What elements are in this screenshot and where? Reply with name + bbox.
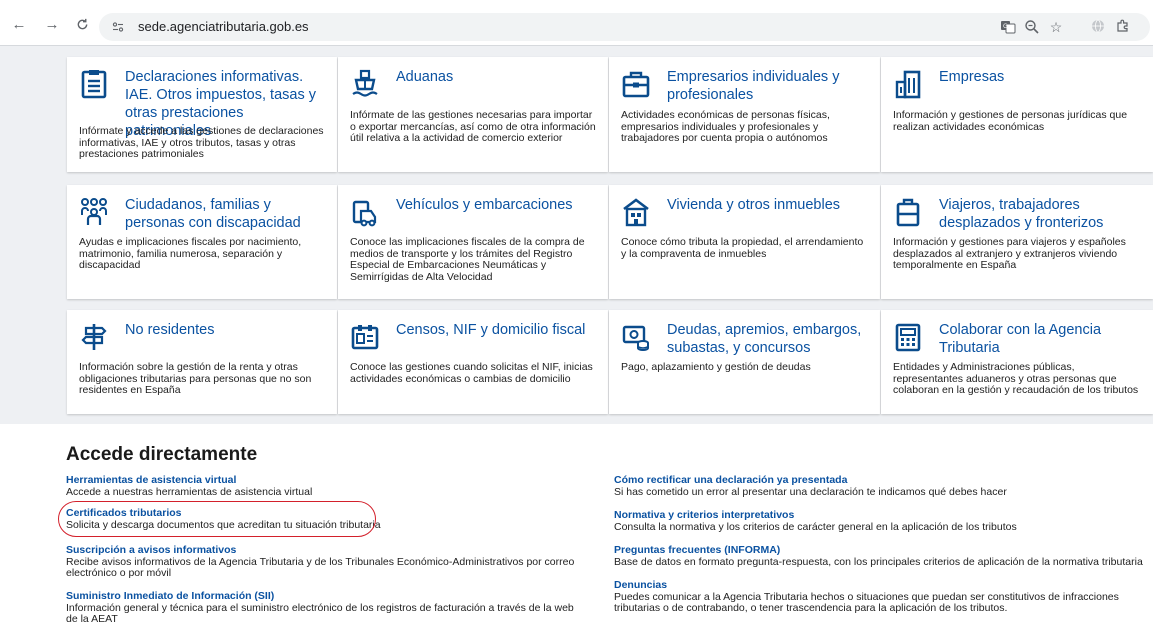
list-item[interactable]: Herramientas de asistencia virtual Acced… bbox=[66, 474, 586, 498]
card-censos[interactable]: Censos, NIF y domicilio fiscal Conoce la… bbox=[338, 310, 608, 414]
card-description: Ayudas e implicaciones fiscales por naci… bbox=[79, 236, 302, 271]
id-card-icon bbox=[351, 322, 379, 352]
browser-toolbar: ← → sede.agenciatributaria.gob.es G ☆ bbox=[0, 0, 1153, 46]
card-description: Actividades económicas de personas físic… bbox=[621, 109, 830, 144]
card-title[interactable]: No residentes bbox=[125, 321, 325, 339]
section-heading: Accede directamente bbox=[66, 444, 258, 465]
link-description: Consulta la normativa y los criterios de… bbox=[614, 520, 1017, 533]
card-no-residentes[interactable]: No residentes Información sobre la gesti… bbox=[67, 310, 337, 414]
zoom-icon[interactable] bbox=[1024, 19, 1040, 35]
card-description: Infórmate de las gestiones necesarias pa… bbox=[350, 109, 596, 144]
globe-extension-icon[interactable] bbox=[1091, 19, 1107, 35]
link-description: Si has cometido un error al presentar un… bbox=[614, 485, 1007, 498]
card-title[interactable]: Empresas bbox=[939, 68, 1141, 86]
svg-text:G: G bbox=[1003, 23, 1008, 30]
card-description: Información y gestiones para viajeros y … bbox=[893, 236, 1126, 271]
link-title[interactable]: Normativa y criterios interpretativos bbox=[614, 509, 1149, 522]
card-title[interactable]: Aduanas bbox=[396, 68, 596, 86]
link-description: Accede a nuestras herramientas de asiste… bbox=[66, 485, 313, 498]
card-vehiculos[interactable]: Vehículos y embarcaciones Conoce las imp… bbox=[338, 185, 608, 299]
vehicle-icon bbox=[351, 197, 379, 227]
building-icon bbox=[894, 69, 922, 99]
list-item[interactable]: Preguntas frecuentes (INFORMA) Base de d… bbox=[614, 544, 1149, 568]
list-item[interactable]: Suscripción a avisos informativos Recibe… bbox=[66, 544, 586, 580]
translate-icon[interactable]: G bbox=[1000, 19, 1016, 35]
link-title[interactable]: Suministro Inmediato de Información (SII… bbox=[66, 590, 586, 603]
money-icon bbox=[622, 322, 650, 352]
link-title[interactable]: Cómo rectificar una declaración ya prese… bbox=[614, 474, 1149, 487]
link-title[interactable]: Herramientas de asistencia virtual bbox=[66, 474, 586, 487]
list-item[interactable]: Cómo rectificar una declaración ya prese… bbox=[614, 474, 1149, 498]
page-content: Declaraciones informativas. IAE. Otros i… bbox=[0, 46, 1153, 624]
reload-icon[interactable] bbox=[74, 16, 90, 32]
card-description: Pago, aplazamiento y gestión de deudas bbox=[621, 361, 811, 373]
calculator-icon bbox=[894, 322, 922, 352]
address-bar[interactable]: sede.agenciatributaria.gob.es G ☆ bbox=[99, 13, 1150, 41]
card-description: Infórmate y accede a las gestiones de de… bbox=[79, 125, 324, 160]
list-item[interactable]: Denuncias Puedes comunicar a la Agencia … bbox=[614, 579, 1151, 615]
card-aduanas[interactable]: Aduanas Infórmate de las gestiones neces… bbox=[338, 57, 608, 172]
briefcase-icon bbox=[622, 69, 650, 99]
back-arrow-icon[interactable]: ← bbox=[11, 16, 27, 32]
luggage-icon bbox=[894, 197, 922, 227]
link-title[interactable]: Suscripción a avisos informativos bbox=[66, 544, 586, 557]
url-text[interactable]: sede.agenciatributaria.gob.es bbox=[138, 19, 309, 34]
link-description: Información general y técnica para el su… bbox=[66, 601, 574, 624]
link-title[interactable]: Preguntas frecuentes (INFORMA) bbox=[614, 544, 1149, 557]
link-description: Puedes comunicar a la Agencia Tributaria… bbox=[614, 590, 1119, 614]
extensions-puzzle-icon[interactable] bbox=[1116, 19, 1132, 35]
card-title[interactable]: Viajeros, trabajadores desplazados y fro… bbox=[939, 196, 1141, 232]
link-title[interactable]: Denuncias bbox=[614, 579, 1151, 592]
topics-section: Declaraciones informativas. IAE. Otros i… bbox=[0, 46, 1153, 424]
site-settings-icon[interactable] bbox=[112, 21, 124, 33]
highlight-annotation bbox=[58, 501, 376, 537]
card-colaborar[interactable]: Colaborar con la Agencia Tributaria Enti… bbox=[881, 310, 1153, 414]
card-description: Información sobre la gestión de la renta… bbox=[79, 361, 312, 396]
card-title[interactable]: Vehículos y embarcaciones bbox=[396, 196, 596, 214]
forward-arrow-icon[interactable]: → bbox=[44, 16, 60, 32]
card-description: Conoce las implicaciones fiscales de la … bbox=[350, 236, 585, 283]
card-viajeros[interactable]: Viajeros, trabajadores desplazados y fro… bbox=[881, 185, 1153, 299]
card-declaraciones[interactable]: Declaraciones informativas. IAE. Otros i… bbox=[67, 57, 337, 172]
card-title[interactable]: Ciudadanos, familias y personas con disc… bbox=[125, 196, 325, 232]
signpost-icon bbox=[80, 322, 108, 352]
card-empresarios[interactable]: Empresarios individuales y profesionales… bbox=[609, 57, 880, 172]
card-title[interactable]: Deudas, apremios, embargos, subastas, y … bbox=[667, 321, 868, 357]
card-title[interactable]: Vivienda y otros inmuebles bbox=[667, 196, 868, 214]
ship-icon bbox=[351, 69, 379, 99]
card-ciudadanos[interactable]: Ciudadanos, familias y personas con disc… bbox=[67, 185, 337, 299]
list-item[interactable]: Suministro Inmediato de Información (SII… bbox=[66, 590, 586, 624]
card-description: Entidades y Administraciones públicas, r… bbox=[893, 361, 1139, 396]
link-description: Recibe avisos informativos de la Agencia… bbox=[66, 555, 575, 579]
card-description: Conoce las gestiones cuando solicitas el… bbox=[350, 361, 593, 385]
card-description: Conoce cómo tributa la propiedad, el arr… bbox=[621, 236, 864, 260]
card-title[interactable]: Empresarios individuales y profesionales bbox=[667, 68, 868, 104]
card-description: Información y gestiones de personas jurí… bbox=[893, 109, 1128, 133]
family-icon bbox=[80, 197, 108, 227]
card-title[interactable]: Colaborar con la Agencia Tributaria bbox=[939, 321, 1141, 357]
card-deudas[interactable]: Deudas, apremios, embargos, subastas, y … bbox=[609, 310, 880, 414]
list-item[interactable]: Normativa y criterios interpretativos Co… bbox=[614, 509, 1149, 533]
bookmark-star-icon[interactable]: ☆ bbox=[1048, 19, 1064, 35]
card-title[interactable]: Censos, NIF y domicilio fiscal bbox=[396, 321, 596, 339]
document-list-icon bbox=[80, 69, 108, 99]
link-description: Base de datos en formato pregunta-respue… bbox=[614, 555, 1143, 568]
house-icon bbox=[622, 197, 650, 227]
card-vivienda[interactable]: Vivienda y otros inmuebles Conoce cómo t… bbox=[609, 185, 880, 299]
card-empresas[interactable]: Empresas Información y gestiones de pers… bbox=[881, 57, 1153, 172]
